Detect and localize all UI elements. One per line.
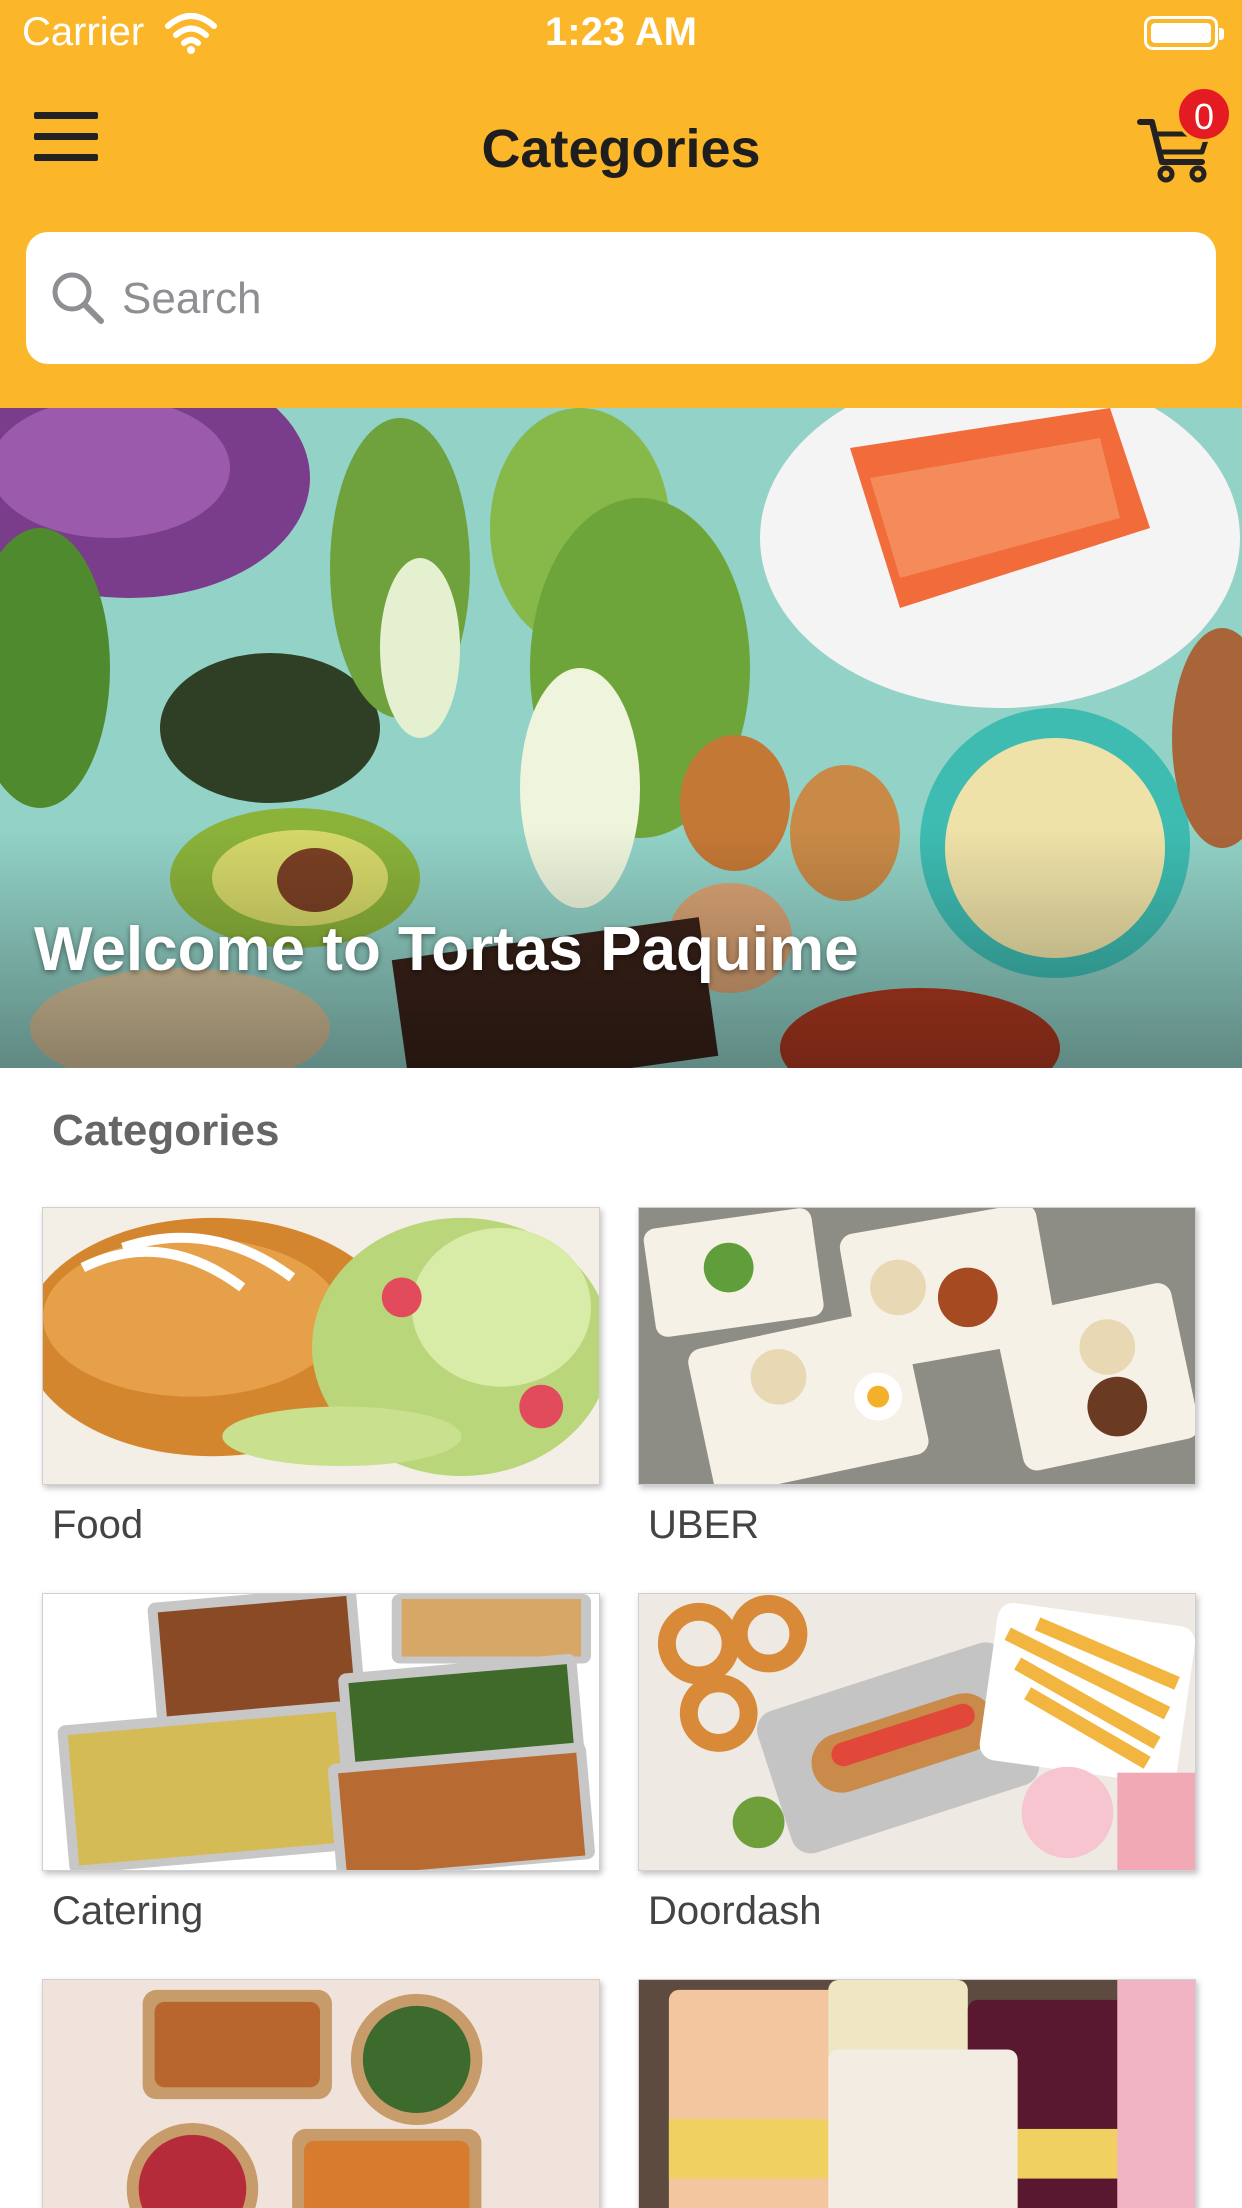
search-icon (52, 272, 104, 324)
category-card-uber[interactable]: UBER (638, 1207, 1196, 1548)
category-label: Food (52, 1503, 144, 1547)
category-image (638, 1593, 1196, 1871)
battery-icon (1144, 16, 1224, 50)
section-title: Categories (52, 1106, 280, 1155)
category-image (42, 1593, 600, 1871)
category-card-doordash[interactable]: Doordash (638, 1593, 1196, 1934)
hero-banner: Welcome to Tortas Paquime (0, 408, 1242, 1068)
category-card-bowls[interactable] (42, 1979, 600, 2208)
search-input[interactable] (122, 262, 1182, 336)
category-card-drinks[interactable] (638, 1979, 1196, 2208)
category-image (42, 1207, 600, 1485)
category-image (42, 1979, 600, 2208)
category-card-catering[interactable]: Catering (42, 1593, 600, 1934)
app-header: Carrier 1:23 AM Categories 0 (0, 0, 1242, 408)
category-image (638, 1979, 1196, 2208)
status-bar: Carrier 1:23 AM (0, 0, 1242, 66)
category-label: UBER (648, 1503, 760, 1547)
cart-count-badge: 0 (1176, 86, 1232, 142)
category-card-food[interactable]: Food (42, 1207, 600, 1548)
page-title: Categories (481, 119, 761, 179)
category-image (638, 1207, 1196, 1485)
status-time: 1:23 AM (545, 10, 697, 54)
category-label: Catering (52, 1889, 204, 1933)
category-label: Doordash (648, 1889, 822, 1933)
welcome-text: Welcome to Tortas Paquime (34, 915, 859, 984)
